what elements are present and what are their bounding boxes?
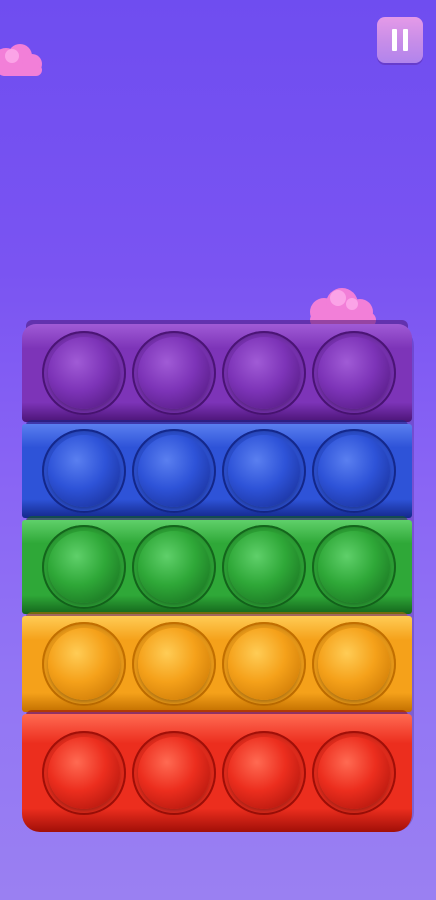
bubble-dome [48,531,120,603]
bubble-green-2[interactable] [132,525,216,609]
bubble-dome [48,737,120,809]
pause-button[interactable] [377,17,423,63]
popit-row-red [22,710,412,832]
bubble-dome [318,531,390,603]
bubble-dome [318,628,390,700]
bubble-green-1[interactable] [42,525,126,609]
bubble-blue-1[interactable] [42,429,126,513]
bubble-dome [228,737,300,809]
bubble-dome [48,337,120,409]
bubble-dome [318,435,390,507]
bubble-dome [48,628,120,700]
popit-row-green [22,516,412,614]
bubble-dome [228,435,300,507]
bubble-orange-1[interactable] [42,622,126,706]
bubble-blue-2[interactable] [132,429,216,513]
pause-icon [392,29,408,51]
bubble-purple-2[interactable] [132,331,216,415]
bubble-red-3[interactable] [222,731,306,815]
bubble-dome [48,435,120,507]
popit-board [22,320,416,832]
bubble-dome [138,531,210,603]
bubble-purple-4[interactable] [312,331,396,415]
game-screen [0,0,436,900]
bubble-dome [138,737,210,809]
bubble-green-4[interactable] [312,525,396,609]
bubble-dome [228,337,300,409]
bubble-purple-1[interactable] [42,331,126,415]
bubble-purple-3[interactable] [222,331,306,415]
bubble-red-4[interactable] [312,731,396,815]
bubble-orange-4[interactable] [312,622,396,706]
bubble-dome [138,337,210,409]
bubble-dome [228,531,300,603]
bubble-orange-2[interactable] [132,622,216,706]
popit-row-orange [22,612,412,712]
bubble-blue-3[interactable] [222,429,306,513]
bubble-green-3[interactable] [222,525,306,609]
bubble-red-1[interactable] [42,731,126,815]
bubble-orange-3[interactable] [222,622,306,706]
bubble-dome [228,628,300,700]
popit-row-blue [22,420,412,518]
bubble-dome [318,737,390,809]
bubble-red-2[interactable] [132,731,216,815]
cloud-left-icon [0,44,42,76]
bubble-dome [138,628,210,700]
popit-row-purple [22,320,412,422]
bubble-dome [138,435,210,507]
pause-bar [392,29,397,51]
bubble-dome [318,337,390,409]
bubble-blue-4[interactable] [312,429,396,513]
pause-bar [403,29,408,51]
